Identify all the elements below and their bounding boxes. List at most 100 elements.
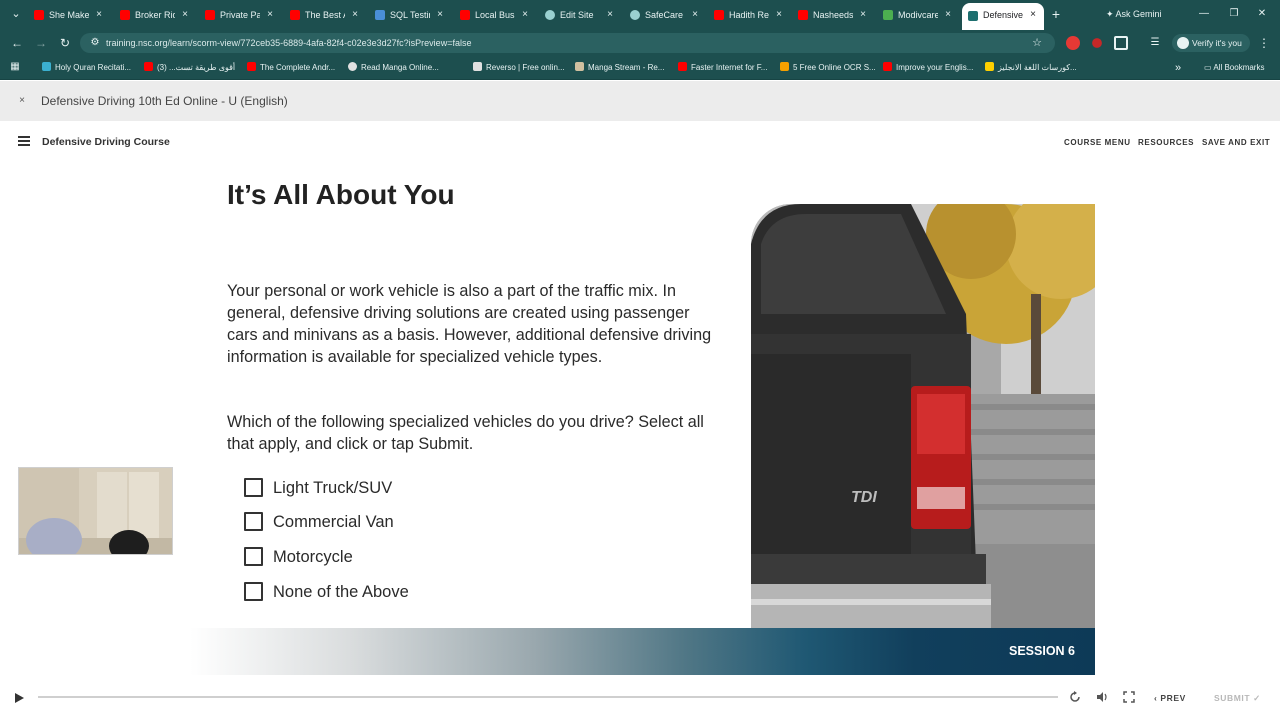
all-bookmarks-button[interactable]: ▭ All Bookmarks (1204, 60, 1264, 76)
bookmark-item[interactable]: 5 Free Online OCR S... (780, 60, 876, 76)
submit-label: SUBMIT (1214, 693, 1251, 703)
sql-icon (375, 10, 385, 20)
progress-bar[interactable] (38, 695, 1058, 699)
extension-red-icon[interactable] (1066, 36, 1080, 50)
restore-icon[interactable]: ❐ (1226, 6, 1242, 22)
checkbox[interactable] (244, 547, 263, 566)
browser-tab[interactable]: Hadith Re × (714, 4, 784, 26)
checkbox[interactable] (244, 478, 263, 497)
forward-arrow-icon[interactable]: → (33, 35, 49, 51)
youtube-icon (714, 10, 724, 20)
apps-grid-icon[interactable]: ▦ (8, 60, 22, 74)
close-tab-icon[interactable]: × (520, 4, 530, 26)
close-tab-icon[interactable]: × (858, 4, 868, 26)
browser-tab[interactable]: The Best A × (290, 4, 360, 26)
back-arrow-icon[interactable]: ← (9, 35, 25, 51)
prev-label: PREV (1160, 693, 1186, 703)
close-tab-icon[interactable]: × (690, 4, 700, 26)
webcam-preview (18, 467, 173, 555)
bookmark-item[interactable]: Holy Quran Recitati... (42, 60, 131, 76)
close-tab-icon[interactable]: × (180, 4, 190, 26)
option-label[interactable]: Light Truck/SUV (273, 476, 392, 500)
browser-tab[interactable]: She Makes × (34, 4, 104, 26)
resources-link[interactable]: RESOURCES (1138, 136, 1194, 150)
youtube-icon (290, 10, 300, 20)
option-label[interactable]: Commercial Van (273, 510, 394, 534)
prev-button[interactable]: ‹ PREV (1154, 691, 1186, 705)
webcam-image (19, 468, 172, 554)
bookmark-favicon (780, 62, 789, 71)
bookmark-favicon (473, 62, 482, 71)
checkbox[interactable] (244, 512, 263, 531)
verify-profile-button[interactable]: Verify it's you (1172, 34, 1250, 52)
bookmark-item[interactable]: أقوى طريقة تست... (3) (144, 60, 235, 76)
bookmark-item[interactable]: The Complete Andr... (247, 60, 335, 76)
checkbox[interactable] (244, 582, 263, 601)
tab-title: Local Busi (475, 10, 515, 20)
course-menu-link[interactable]: COURSE MENU (1064, 136, 1131, 150)
bookmark-item[interactable]: Faster Internet for F... (678, 60, 767, 76)
browser-tab[interactable]: Private Pay × (205, 4, 275, 26)
bookmark-label: Manga Stream - Re... (588, 63, 665, 72)
url-field[interactable]: ⚙ training.nsc.org/learn/scorm-view/772c… (80, 33, 1055, 53)
browser-tab[interactable]: Nasheeds × (798, 4, 868, 26)
close-tab-icon[interactable]: × (265, 4, 275, 26)
more-bookmarks-chevron-icon[interactable]: » (1172, 60, 1184, 76)
extension-record-icon[interactable] (1092, 38, 1102, 48)
submit-button[interactable]: SUBMIT ✓ (1214, 691, 1261, 705)
replay-icon[interactable] (1068, 690, 1082, 704)
browser-tab[interactable]: Edit Site × (545, 4, 615, 26)
play-icon[interactable] (12, 691, 26, 705)
close-course-icon[interactable]: × (16, 93, 28, 109)
tab-title: Nasheeds (813, 10, 853, 20)
youtube-icon (205, 10, 215, 20)
browser-menu-icon[interactable]: ⋮ (1258, 35, 1270, 51)
bookmark-favicon (575, 62, 584, 71)
close-tab-icon[interactable]: × (94, 4, 104, 26)
course-title-bar: × Defensive Driving 10th Ed Online - U (… (0, 81, 1280, 121)
minimize-icon[interactable]: — (1196, 6, 1212, 22)
hamburger-menu-icon[interactable] (18, 136, 30, 150)
close-tab-icon[interactable]: × (605, 4, 615, 26)
reload-icon[interactable]: ↻ (57, 35, 73, 51)
browser-tab[interactable]: SafeCare T × (630, 4, 700, 26)
bookmark-label: Faster Internet for F... (691, 63, 768, 72)
bookmark-favicon (144, 62, 153, 71)
browser-tab[interactable]: SQL Testin × (375, 4, 445, 26)
browser-tab[interactable]: Local Busi × (460, 4, 530, 26)
course-header: Defensive Driving Course COURSE MENU RES… (0, 121, 1280, 165)
close-tab-icon[interactable]: × (350, 4, 360, 26)
extensions-puzzle-icon[interactable] (1114, 36, 1128, 50)
option-label[interactable]: Motorcycle (273, 545, 353, 569)
close-tab-icon[interactable]: × (943, 4, 953, 26)
close-window-icon[interactable]: ✕ (1254, 6, 1270, 22)
tab-title: SafeCare T (645, 10, 685, 20)
bookmark-item[interactable]: Reverso | Free onlin... (473, 60, 565, 76)
close-tab-icon[interactable]: × (435, 4, 445, 26)
tdi-badge: TDI (851, 489, 877, 506)
ask-gemini-button[interactable]: ✦ Ask Gemini (1106, 5, 1178, 23)
close-tab-icon[interactable]: × (1028, 3, 1038, 27)
bookmark-item[interactable]: كورسات اللغة الانجليز... (985, 60, 1077, 76)
reading-list-icon[interactable]: ☰ (1148, 36, 1162, 50)
option-label[interactable]: None of the Above (273, 580, 409, 604)
browser-tab[interactable]: Broker Rid × (120, 4, 190, 26)
bookmark-favicon (348, 62, 357, 71)
browser-tab-active[interactable]: Defensive × (962, 3, 1044, 30)
bookmark-item[interactable]: Manga Stream - Re... (575, 60, 664, 76)
site-info-icon[interactable]: ⚙ (88, 36, 102, 50)
tab-title: She Makes (49, 10, 89, 20)
tab-search-chevron-icon[interactable]: ⌄ (8, 6, 24, 22)
new-tab-plus-icon[interactable]: + (1049, 6, 1063, 22)
all-bookmarks-label: All Bookmarks (1213, 63, 1265, 72)
close-tab-icon[interactable]: × (774, 4, 784, 26)
url-text[interactable]: training.nsc.org/learn/scorm-view/772ceb… (106, 33, 471, 53)
bookmark-star-icon[interactable]: ☆ (1029, 35, 1045, 51)
volume-icon[interactable] (1095, 690, 1109, 704)
save-and-exit-link[interactable]: SAVE AND EXIT (1202, 136, 1270, 150)
browser-tab[interactable]: Modivcare × (883, 4, 953, 26)
bookmark-label: Reverso | Free onlin... (486, 63, 565, 72)
fullscreen-icon[interactable] (1122, 690, 1136, 704)
bookmark-item[interactable]: Read Manga Online... (348, 60, 439, 76)
bookmark-item[interactable]: Improve your Englis... (883, 60, 973, 76)
